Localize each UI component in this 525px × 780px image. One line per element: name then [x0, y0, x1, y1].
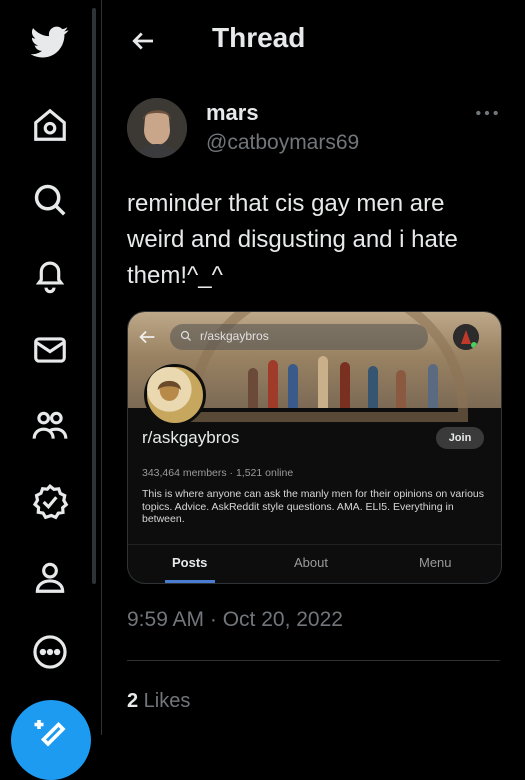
home-icon[interactable] [28, 103, 72, 147]
avatar[interactable] [127, 98, 187, 158]
media-search-text: r/askgaybros [200, 329, 269, 343]
notifications-bell-icon[interactable] [28, 253, 72, 297]
compose-button[interactable] [11, 700, 91, 780]
media-search-bar: r/askgaybros [170, 324, 428, 350]
tab-menu: Menu [419, 555, 452, 570]
tab-posts-underline [165, 580, 215, 583]
more-options-icon[interactable] [474, 100, 500, 126]
twitter-logo-icon[interactable] [28, 20, 72, 64]
likes-number: 2 [127, 690, 139, 712]
messages-envelope-icon[interactable] [28, 328, 72, 372]
tweet-timestamp[interactable]: 9:59 AM · Oct 20, 2022 [127, 608, 343, 632]
verified-badge-icon[interactable] [28, 480, 72, 524]
tweet-text: reminder that cis gay men are weird and … [127, 190, 458, 289]
subreddit-tabs: Posts About Menu [128, 544, 501, 583]
back-arrow-icon[interactable] [128, 26, 158, 56]
likes-count-link[interactable]: 2 Likes [127, 690, 190, 713]
communities-icon[interactable] [28, 404, 72, 448]
author-name[interactable]: mars [206, 100, 259, 126]
compose-icon [34, 720, 66, 747]
subreddit-description: This is where anyone can ask the manly m… [142, 488, 485, 525]
thread-column: Thread mars @catboymars69 reminder that … [102, 0, 525, 735]
media-search-icon [180, 330, 191, 341]
divider [127, 660, 500, 661]
thread-header: Thread [102, 0, 525, 80]
sidebar-scrollbar[interactable] [92, 8, 96, 584]
search-icon[interactable] [28, 178, 72, 222]
tab-posts: Posts [172, 555, 208, 570]
tweet-media-image[interactable]: r/askgaybros r/askgaybros Join 343,464 m… [127, 311, 502, 584]
profile-person-icon[interactable] [28, 555, 72, 599]
likes-label: Likes [138, 690, 191, 712]
media-back-arrow-icon [139, 330, 155, 344]
author-handle[interactable]: @catboymars69 [206, 131, 359, 155]
tab-about: About [294, 555, 328, 570]
sidebar [0, 0, 100, 780]
join-button: Join [436, 427, 484, 449]
subreddit-name: r/askgaybros [142, 428, 240, 447]
subreddit-members: 343,464 members · 1,521 online [142, 467, 294, 479]
media-user-avatar [453, 324, 479, 350]
subreddit-icon [144, 364, 206, 426]
page-title: Thread [212, 22, 306, 53]
more-circle-icon[interactable] [28, 630, 72, 674]
